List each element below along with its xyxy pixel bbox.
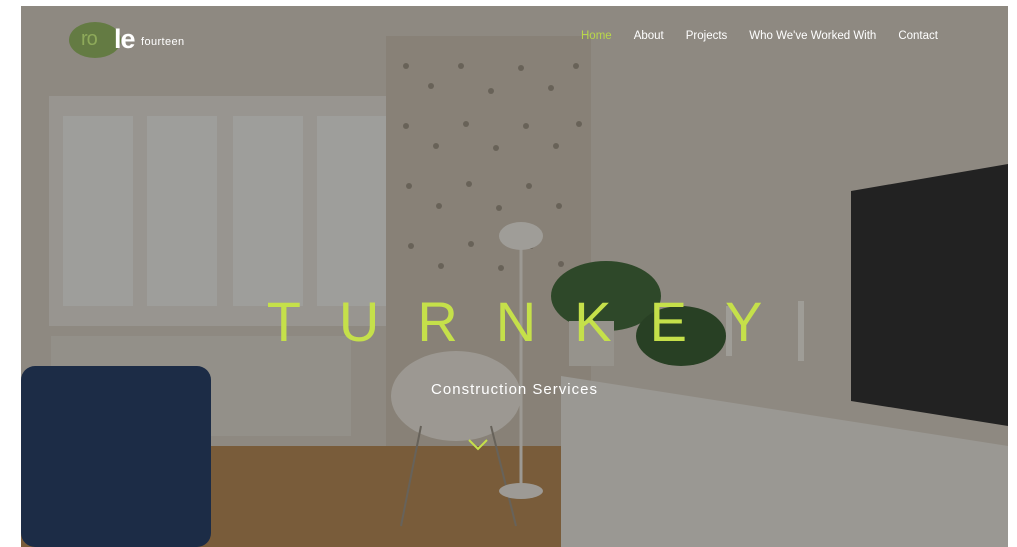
main-nav: Home About Projects Who We've Worked Wit…: [581, 30, 960, 42]
logo-ro-text: ro: [81, 28, 98, 50]
nav-contact-link[interactable]: Contact: [898, 30, 938, 42]
logo-le-text: le: [114, 24, 136, 54]
nav-about-link[interactable]: About: [634, 30, 664, 42]
logo[interactable]: ro le fourteen: [69, 20, 209, 60]
hero-subtitle: Construction Services: [431, 381, 598, 398]
chevron-down-icon[interactable]: [467, 438, 489, 452]
nav-home-link[interactable]: Home: [581, 30, 612, 42]
nav-who-weve-worked-with-link[interactable]: Who We've Worked With: [749, 30, 876, 42]
hero-dark-overlay: [21, 6, 1008, 547]
logo-suffix-text: fourteen: [141, 36, 185, 48]
nav-projects-link[interactable]: Projects: [686, 30, 728, 42]
hero-headline: TURNKEY: [266, 290, 801, 353]
hero-section: ro le fourteen Home About Projects Who W…: [21, 6, 1008, 547]
